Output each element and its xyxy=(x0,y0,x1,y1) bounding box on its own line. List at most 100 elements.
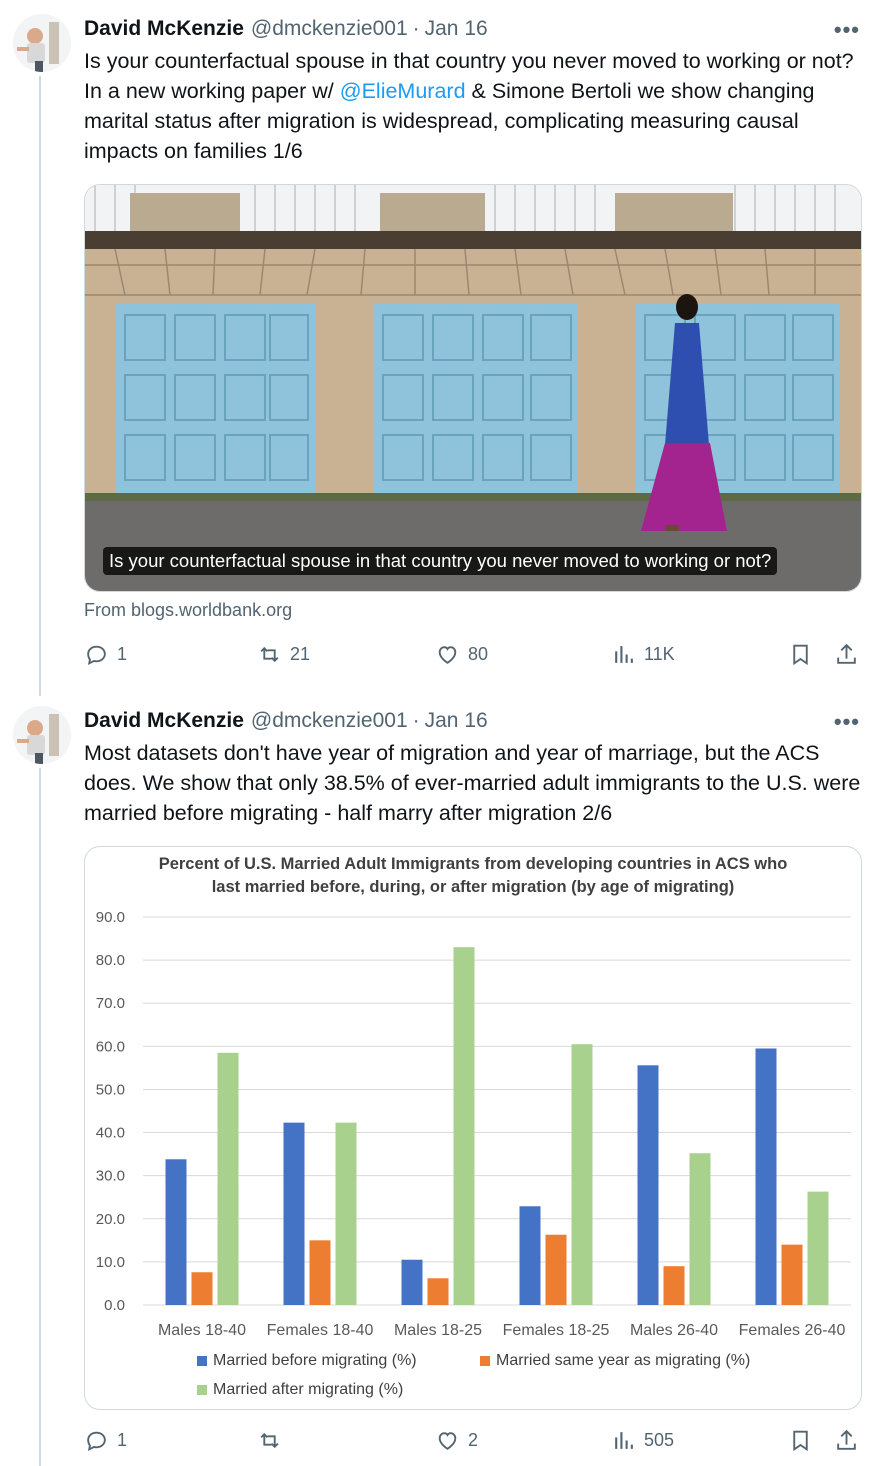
bar xyxy=(637,1065,659,1305)
author-handle[interactable]: @dmckenzie001 xyxy=(251,709,408,733)
bar xyxy=(663,1266,685,1305)
author-handle[interactable]: @dmckenzie001 xyxy=(251,17,408,41)
views-button[interactable]: 505 xyxy=(611,1428,674,1453)
x-tick-label: Males 26-40 xyxy=(630,1322,718,1339)
more-icon[interactable]: ••• xyxy=(834,711,860,733)
y-tick-label: 10.0 xyxy=(96,1254,125,1271)
legend-item: Married after migrating (%) xyxy=(197,1381,403,1399)
views-button[interactable]: 11K xyxy=(611,642,675,667)
y-tick-label: 70.0 xyxy=(96,995,125,1012)
views-count: 505 xyxy=(644,1430,675,1450)
thread-line xyxy=(39,76,41,696)
repost-count: 21 xyxy=(290,644,311,664)
tweet-actions: 1 2 505 xyxy=(84,1428,862,1462)
tweet-1[interactable]: David McKenzie @dmckenzie001 · Jan 16 ••… xyxy=(84,14,862,666)
like-button[interactable]: 80 xyxy=(435,642,488,667)
author-name[interactable]: David McKenzie xyxy=(84,709,244,733)
tweet-text: Is your counterfactual spouse in that co… xyxy=(84,46,862,166)
like-button[interactable]: 2 xyxy=(435,1428,478,1453)
thread-line xyxy=(39,768,41,1466)
tweet-text: Most datasets don't have year of migrati… xyxy=(84,741,861,825)
x-tick-label: Females 26-40 xyxy=(739,1322,846,1339)
y-tick-label: 90.0 xyxy=(96,909,125,926)
link-card[interactable]: Is your counterfactual spouse in that co… xyxy=(84,184,862,592)
bar xyxy=(807,1191,829,1305)
bar xyxy=(755,1048,777,1305)
reply-button[interactable]: 1 xyxy=(84,642,127,667)
avatar[interactable] xyxy=(13,14,71,72)
share-icon xyxy=(837,1429,856,1450)
separator-dot: · xyxy=(412,709,420,732)
like-count: 2 xyxy=(468,1430,479,1450)
bar xyxy=(689,1153,711,1305)
views-icon xyxy=(615,1432,633,1449)
repost-icon xyxy=(260,1432,279,1449)
bar xyxy=(427,1278,449,1305)
y-tick-label: 0.0 xyxy=(104,1297,125,1314)
separator-dot: · xyxy=(412,17,420,40)
card-source[interactable]: From blogs.worldbank.org xyxy=(84,600,292,621)
bar xyxy=(781,1244,803,1305)
avatar[interactable] xyxy=(13,706,71,764)
tweet-date[interactable]: Jan 16 xyxy=(425,17,488,41)
chart-image[interactable]: Percent of U.S. Married Adult Immigrants… xyxy=(84,846,862,1410)
reply-icon xyxy=(87,645,106,666)
y-tick-label: 30.0 xyxy=(96,1168,125,1185)
bar-chart: 0.0 10.0 20.0 30.0 40.0 50.0 60.0 70.0 80.0 90.0 M… xyxy=(96,909,851,1339)
repost-icon xyxy=(260,646,279,663)
legend-item: Married before migrating (%) xyxy=(197,1352,417,1370)
bar xyxy=(571,1044,593,1305)
tweet-2[interactable]: David McKenzie @dmckenzie001 · Jan 16 ••… xyxy=(84,706,862,1452)
x-tick-label: Males 18-40 xyxy=(158,1322,246,1339)
tweet-date[interactable]: Jan 16 xyxy=(425,709,488,733)
mention-link[interactable]: @ElieMurard xyxy=(340,79,466,103)
bar xyxy=(335,1122,357,1305)
reply-button[interactable]: 1 xyxy=(84,1428,127,1453)
card-image xyxy=(85,185,861,591)
more-icon[interactable]: ••• xyxy=(834,19,860,41)
legend-label: Married same year as migrating (%) xyxy=(496,1352,751,1369)
like-count: 80 xyxy=(468,644,489,664)
x-tick-label: Males 18-25 xyxy=(394,1322,482,1339)
y-tick-label: 40.0 xyxy=(96,1125,125,1142)
y-tick-label: 20.0 xyxy=(96,1211,125,1228)
tweet-header: David McKenzie @dmckenzie001 · Jan 16 xyxy=(84,706,862,736)
repost-button[interactable] xyxy=(257,1428,290,1453)
legend-label: Married before migrating (%) xyxy=(213,1352,417,1369)
bar xyxy=(453,947,475,1305)
tweet-header: David McKenzie @dmckenzie001 · Jan 16 xyxy=(84,14,862,44)
share-button[interactable] xyxy=(834,642,867,667)
bar xyxy=(191,1272,213,1305)
author-name[interactable]: David McKenzie xyxy=(84,17,244,41)
legend-swatch xyxy=(480,1356,490,1366)
bookmark-icon xyxy=(793,1430,808,1452)
legend-swatch xyxy=(197,1385,207,1395)
tweet-actions: 1 21 80 11K xyxy=(84,642,862,676)
bookmark-button[interactable] xyxy=(788,642,821,667)
legend-label: Married after migrating (%) xyxy=(213,1381,404,1398)
reply-count: 1 xyxy=(117,644,128,664)
bar xyxy=(283,1122,305,1305)
legend-swatch xyxy=(197,1356,207,1366)
repost-button[interactable]: 21 xyxy=(257,642,310,667)
views-count: 11K xyxy=(644,644,675,664)
reply-icon xyxy=(87,1431,106,1452)
heart-icon xyxy=(438,646,457,664)
y-tick-label: 80.0 xyxy=(96,952,125,969)
y-tick-label: 60.0 xyxy=(96,1038,125,1055)
bar xyxy=(165,1159,187,1305)
x-tick-label: Females 18-40 xyxy=(267,1322,374,1339)
bar xyxy=(545,1234,567,1305)
bar xyxy=(309,1240,331,1305)
bar xyxy=(519,1206,541,1305)
views-icon xyxy=(615,646,633,663)
x-tick-label: Females 18-25 xyxy=(503,1322,610,1339)
heart-icon xyxy=(438,1432,457,1450)
share-button[interactable] xyxy=(834,1428,867,1453)
bar xyxy=(401,1259,423,1305)
bar xyxy=(217,1052,239,1305)
y-tick-label: 50.0 xyxy=(96,1081,125,1098)
card-caption: Is your counterfactual spouse in that co… xyxy=(103,547,778,575)
bookmark-button[interactable] xyxy=(788,1428,821,1453)
share-icon xyxy=(837,643,856,664)
